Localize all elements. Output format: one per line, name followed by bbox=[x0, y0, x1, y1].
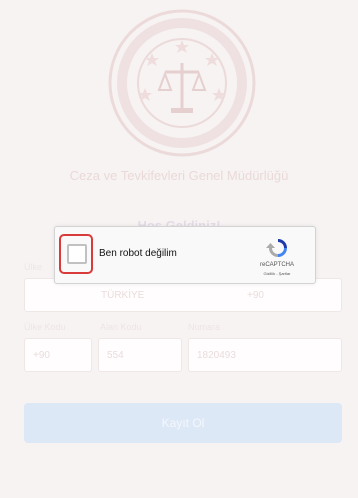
country-label: Ülke bbox=[24, 262, 43, 272]
country-code-value: +90 bbox=[247, 289, 264, 301]
phone-country-code-input[interactable]: +90 bbox=[24, 338, 92, 372]
organization-title: Ceza ve Tevkifevleri Genel Müdürlüğü bbox=[69, 168, 289, 183]
phone-number-value: 1820493 bbox=[197, 349, 236, 361]
phone-number-input[interactable]: 1820493 bbox=[188, 338, 342, 372]
area-code-input[interactable]: 554 bbox=[98, 338, 182, 372]
country-value: TÜRKİYE bbox=[101, 289, 145, 301]
register-button-label: Kayıt Ol bbox=[161, 416, 205, 430]
recaptcha-checkbox[interactable] bbox=[67, 244, 87, 264]
phone-country-code-value: +90 bbox=[33, 349, 50, 361]
recaptcha-widget: Ben robot değilim reCAPTCHA Gizlilik - Ş… bbox=[54, 226, 316, 284]
recaptcha-checkbox-label: Ben robot değilim bbox=[99, 248, 177, 259]
recaptcha-logo-icon bbox=[266, 239, 287, 257]
registration-page: Ceza ve Tevkifevleri Genel Müdürlüğü Hoş… bbox=[0, 0, 358, 498]
country-code-label: Ülke Kodu bbox=[24, 322, 66, 332]
phone-number-label: Numara bbox=[188, 322, 221, 332]
register-button[interactable]: Kayıt Ol bbox=[24, 403, 342, 443]
area-code-label: Alan Kodu bbox=[100, 322, 142, 332]
recaptcha-privacy-terms-links[interactable]: Gizlilik - Şartlar bbox=[245, 271, 309, 276]
ministry-emblem-logo bbox=[108, 9, 256, 157]
recaptcha-brand: reCAPTCHA bbox=[259, 262, 294, 268]
area-code-value: 554 bbox=[107, 349, 124, 361]
